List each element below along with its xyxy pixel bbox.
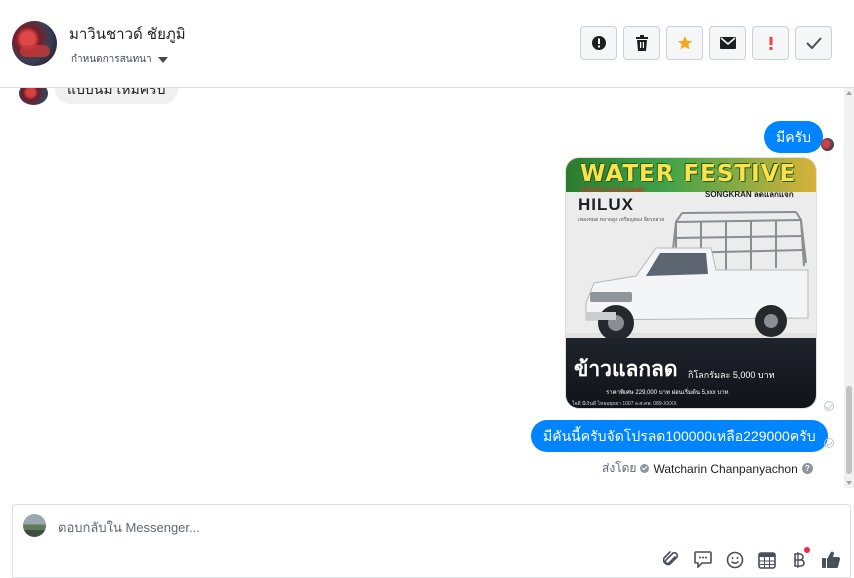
outgoing-message[interactable]: มีคันนี้ครับจัดโปรลด100000เหลือ229000ครั…	[531, 420, 828, 452]
conversation-settings-label: กำหนดการสนทนา	[71, 54, 152, 65]
delete-button[interactable]	[623, 26, 660, 60]
scrollbar[interactable]	[844, 88, 854, 488]
message-composer	[12, 504, 851, 578]
contact-avatar-small	[19, 88, 48, 105]
mark-unread-button[interactable]	[709, 26, 746, 60]
image-price: กิโลกรัมละ 5,000 บาท	[688, 370, 775, 380]
scroll-up-arrow-icon[interactable]	[846, 91, 852, 95]
page-avatar	[23, 514, 46, 537]
seen-avatar	[821, 138, 834, 151]
image-attachment[interactable]: WATER FESTIVE TOYOTA VIGO CHAMP SONGKRAN…	[565, 157, 817, 409]
outgoing-message[interactable]: มีครับ	[764, 121, 823, 153]
check-icon	[805, 37, 822, 49]
important-button[interactable]	[752, 26, 789, 60]
composer-tools	[660, 547, 841, 570]
delivered-icon	[824, 401, 834, 411]
conversation-header: มาวินชาวด์ ชัยภูมิ กำหนดการสนทนา	[0, 0, 854, 88]
delivered-icon	[824, 438, 834, 448]
envelope-icon	[719, 37, 736, 49]
image-songkran: SONGKRAN ลดแลกแจก	[705, 190, 794, 199]
baht-icon	[793, 551, 805, 568]
scroll-down-arrow-icon[interactable]	[846, 481, 852, 485]
contact-avatar[interactable]	[12, 21, 57, 66]
done-button[interactable]	[795, 26, 832, 60]
image-footer: ใจดี มีเงินดี ไทยอยุธยา 1007 ล.ศ.คพ. 089…	[572, 401, 677, 407]
payment-button[interactable]	[788, 547, 810, 570]
like-button[interactable]	[820, 549, 841, 570]
smiley-icon	[726, 551, 743, 568]
trash-icon	[635, 35, 648, 51]
chat-bubble-icon	[693, 551, 712, 568]
thumbs-up-icon	[821, 551, 840, 569]
star-icon	[677, 36, 692, 50]
image-title: WATER FESTIVE	[580, 161, 797, 187]
verified-icon	[640, 464, 650, 473]
pickup-truck-image	[585, 211, 809, 341]
paperclip-icon	[662, 550, 678, 565]
notification-dot	[804, 547, 810, 553]
reply-input[interactable]	[58, 517, 758, 537]
contact-name[interactable]: มาวินชาวด์ ชัยภูมิ	[69, 22, 186, 46]
image-headline: ข้าวแลกลด	[574, 358, 678, 381]
report-button[interactable]	[580, 26, 617, 60]
header-actions	[580, 26, 832, 60]
exclamation-icon	[769, 37, 772, 50]
star-button[interactable]	[666, 26, 703, 60]
saved-replies-button[interactable]	[692, 549, 713, 570]
image-price-detail: ราคาพิเศษ 229,000 บาท ผ่อนเริ่มต้น 5,xxx…	[606, 390, 729, 396]
conversation-thread[interactable]: แบบนม เหมครบ มีครับ WATER FESTIVE TOYOTA…	[0, 88, 854, 488]
sent-by-info: ส่งโดย Watcharin Chanpanyachon ?	[602, 459, 813, 478]
scrollbar-thumb[interactable]	[846, 386, 852, 474]
appointment-button[interactable]	[756, 549, 777, 570]
attach-button[interactable]	[660, 549, 681, 570]
conversation-settings-dropdown[interactable]: กำหนดการสนทนา	[71, 52, 168, 67]
image-model-small: TOYOTA VIGO CHAMP	[580, 188, 645, 194]
sent-by-label: ส่งโดย	[602, 461, 637, 475]
incoming-message[interactable]: แบบนม เหมครบ	[55, 88, 178, 104]
sender-name[interactable]: Watcharin Chanpanyachon	[653, 462, 797, 476]
caret-down-icon	[157, 56, 168, 63]
alert-circle-icon	[591, 36, 606, 50]
emoji-button[interactable]	[724, 549, 745, 570]
calendar-icon	[757, 551, 776, 569]
help-icon[interactable]: ?	[801, 463, 813, 474]
